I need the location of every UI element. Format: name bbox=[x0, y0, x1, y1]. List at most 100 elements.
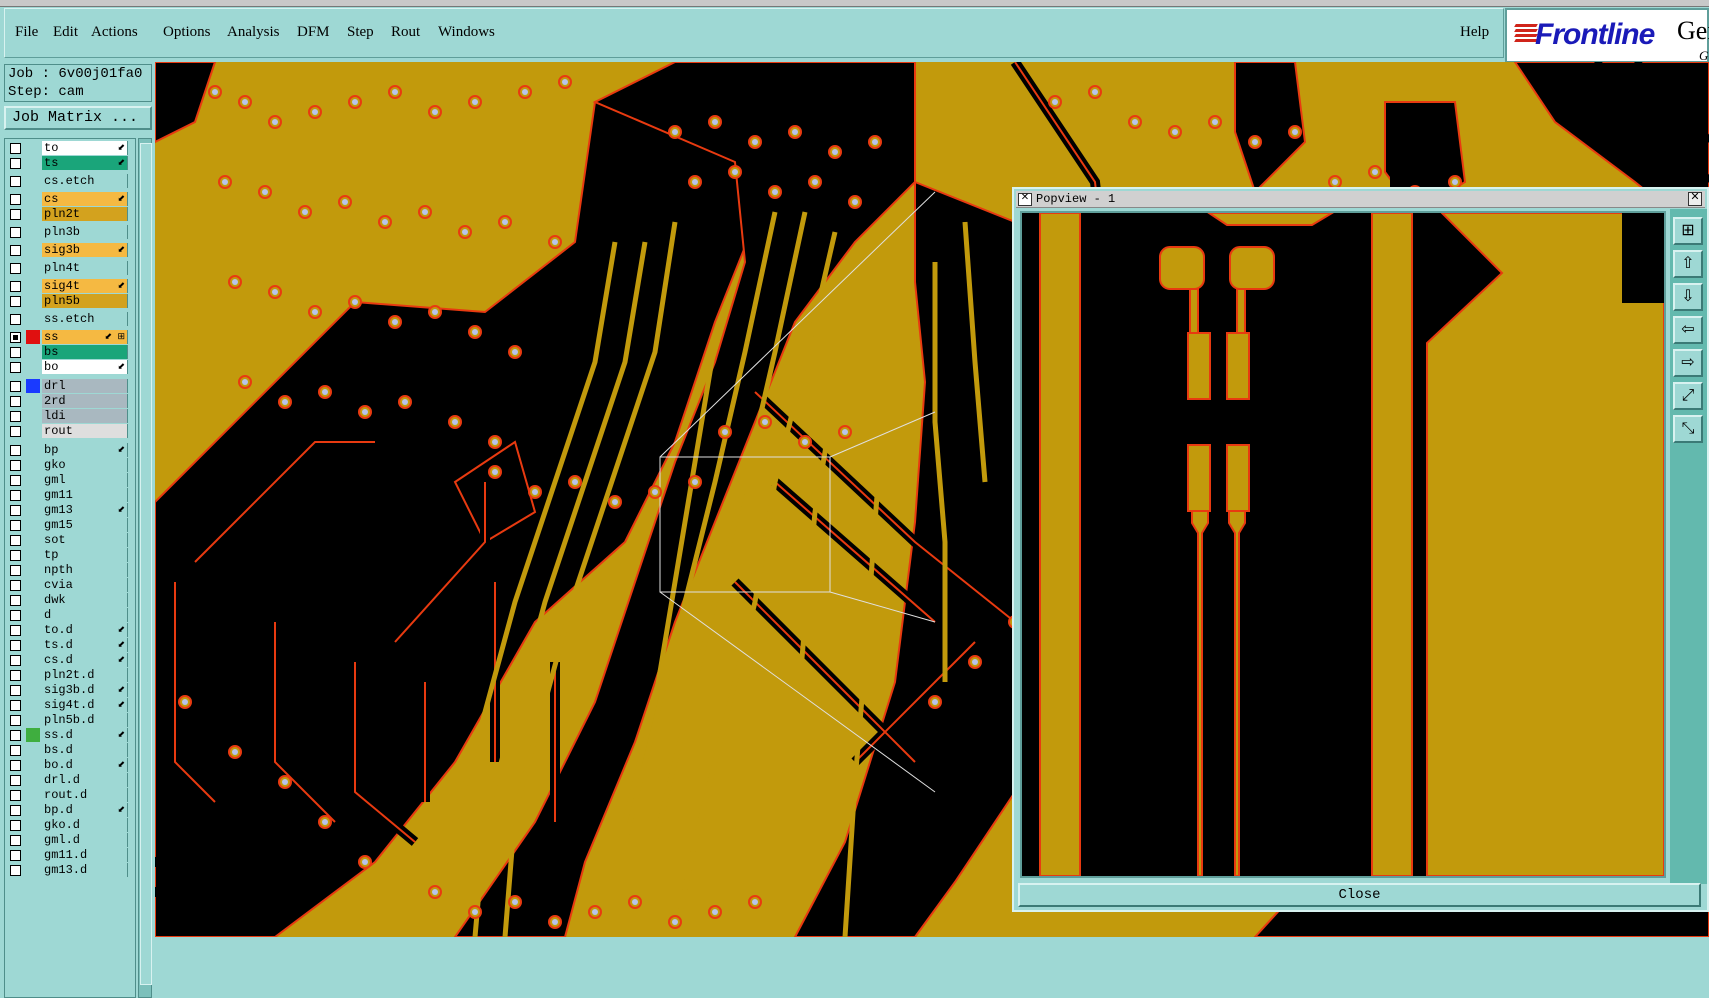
layer-name[interactable]: sig4t.d ⬋ bbox=[42, 698, 128, 712]
layer-row-gko-d[interactable]: gko.d bbox=[5, 818, 135, 833]
layer-checkbox[interactable] bbox=[10, 550, 21, 561]
layer-checkbox[interactable] bbox=[10, 850, 21, 861]
layer-checkbox[interactable] bbox=[10, 625, 21, 636]
layer-row-pln5b-d[interactable]: pln5b.d bbox=[5, 713, 135, 728]
layer-checkbox[interactable] bbox=[10, 745, 21, 756]
layer-row-pln2t[interactable]: pln2t bbox=[5, 207, 135, 222]
menu-dfm[interactable]: DFM bbox=[297, 24, 330, 41]
job-matrix-button[interactable]: Job Matrix ... bbox=[4, 106, 152, 130]
close-button[interactable]: Close bbox=[1018, 883, 1701, 907]
layer-name[interactable]: drl.d bbox=[42, 773, 128, 787]
layer-checkbox[interactable] bbox=[10, 805, 21, 816]
layer-checkbox[interactable] bbox=[10, 505, 21, 516]
layer-name[interactable]: ss ⬋ ⊞ bbox=[42, 330, 128, 344]
pan-left-icon[interactable]: ⇦ bbox=[1673, 316, 1703, 344]
layer-name[interactable]: sig3b ⬋ bbox=[42, 243, 128, 257]
layer-checkbox[interactable] bbox=[10, 685, 21, 696]
layer-name[interactable]: 2rd bbox=[42, 394, 128, 408]
layer-row-cs-d[interactable]: cs.d ⬋ bbox=[5, 653, 135, 668]
layer-row-bo[interactable]: bo ⬋ bbox=[5, 360, 135, 375]
layer-row-gml[interactable]: gml bbox=[5, 473, 135, 488]
layer-name[interactable]: cvia bbox=[42, 578, 128, 592]
layer-checkbox[interactable] bbox=[10, 670, 21, 681]
layer-name[interactable]: rout.d bbox=[42, 788, 128, 802]
layer-name[interactable]: cs ⬋ bbox=[42, 192, 128, 206]
menu-actions[interactable]: Actions bbox=[91, 24, 138, 41]
layer-name[interactable]: bo.d ⬋ bbox=[42, 758, 128, 772]
pan-down-icon[interactable]: ⇩ bbox=[1673, 283, 1703, 311]
layer-checkbox[interactable] bbox=[10, 865, 21, 876]
layer-row-cs[interactable]: cs ⬋ bbox=[5, 192, 135, 207]
layer-name[interactable]: d bbox=[42, 608, 128, 622]
pan-up-icon[interactable]: ⇧ bbox=[1673, 250, 1703, 278]
layer-name[interactable]: gm13.d bbox=[42, 863, 128, 877]
layer-name[interactable]: cs.d ⬋ bbox=[42, 653, 128, 667]
layer-name[interactable]: drl bbox=[42, 379, 128, 393]
menu-windows[interactable]: Windows bbox=[438, 24, 495, 41]
layer-name[interactable]: pln5b bbox=[42, 294, 128, 308]
layer-checkbox[interactable] bbox=[10, 655, 21, 666]
layer-name[interactable]: gml.d bbox=[42, 833, 128, 847]
layer-name[interactable]: cs.etch bbox=[42, 174, 128, 188]
menu-rout[interactable]: Rout bbox=[391, 24, 420, 41]
pan-right-icon[interactable]: ⇨ bbox=[1673, 349, 1703, 377]
layer-checkbox[interactable] bbox=[10, 263, 21, 274]
layer-row-sig4t[interactable]: sig4t ⬋ bbox=[5, 279, 135, 294]
scrollbar-thumb[interactable] bbox=[140, 143, 152, 985]
layer-row-ss[interactable]: ss ⬋ ⊞ bbox=[5, 330, 135, 345]
layer-name[interactable]: to.d ⬋ bbox=[42, 623, 128, 637]
layer-row-gm11[interactable]: gm11 bbox=[5, 488, 135, 503]
layer-row-ts-d[interactable]: ts.d ⬋ bbox=[5, 638, 135, 653]
layer-name[interactable]: to ⬋ bbox=[42, 141, 128, 155]
menu-file[interactable]: File bbox=[15, 24, 38, 41]
layer-row-gm11-d[interactable]: gm11.d bbox=[5, 848, 135, 863]
layer-row-ss-etch[interactable]: ss.etch bbox=[5, 312, 135, 327]
layer-name[interactable]: gml bbox=[42, 473, 128, 487]
layer-name[interactable]: npth bbox=[42, 563, 128, 577]
layer-row-2rd[interactable]: 2rd bbox=[5, 394, 135, 409]
layer-name[interactable]: pln4t bbox=[42, 261, 128, 275]
layer-row-gm15[interactable]: gm15 bbox=[5, 518, 135, 533]
layer-checkbox[interactable] bbox=[10, 775, 21, 786]
layer-row-rout[interactable]: rout bbox=[5, 424, 135, 439]
layer-checkbox[interactable] bbox=[10, 610, 21, 621]
menu-options[interactable]: Options bbox=[163, 24, 211, 41]
layer-name[interactable]: sot bbox=[42, 533, 128, 547]
popview-canvas[interactable] bbox=[1020, 211, 1666, 878]
layer-name[interactable]: gko bbox=[42, 458, 128, 472]
layer-checkbox[interactable] bbox=[10, 176, 21, 187]
layer-checkbox[interactable] bbox=[10, 426, 21, 437]
layer-checkbox[interactable] bbox=[10, 475, 21, 486]
layer-checkbox[interactable] bbox=[10, 820, 21, 831]
layer-checkbox[interactable] bbox=[10, 281, 21, 292]
layer-row-drl-d[interactable]: drl.d bbox=[5, 773, 135, 788]
layer-checkbox[interactable] bbox=[10, 535, 21, 546]
layer-row-gm13-d[interactable]: gm13.d bbox=[5, 863, 135, 878]
layer-checkbox[interactable] bbox=[10, 143, 21, 154]
layer-name[interactable]: gko.d bbox=[42, 818, 128, 832]
menu-step[interactable]: Step bbox=[347, 24, 374, 41]
layer-checkbox[interactable] bbox=[10, 595, 21, 606]
layer-row-bs-d[interactable]: bs.d bbox=[5, 743, 135, 758]
layer-row-pln3b[interactable]: pln3b bbox=[5, 225, 135, 240]
layer-name[interactable]: ldi bbox=[42, 409, 128, 423]
layer-name[interactable]: sig4t ⬋ bbox=[42, 279, 128, 293]
layer-checkbox[interactable] bbox=[10, 715, 21, 726]
layer-name[interactable]: ss.etch bbox=[42, 312, 128, 326]
layer-row-to[interactable]: to ⬋ bbox=[5, 141, 135, 156]
zoom-fit-icon[interactable]: ⊞ bbox=[1673, 217, 1703, 245]
layer-checkbox[interactable] bbox=[10, 209, 21, 220]
layer-name[interactable]: bp.d ⬋ bbox=[42, 803, 128, 817]
layer-name[interactable]: bs bbox=[42, 345, 128, 359]
layer-checkbox[interactable] bbox=[10, 158, 21, 169]
layer-row-sig3b[interactable]: sig3b ⬋ bbox=[5, 243, 135, 258]
layer-row-sot[interactable]: sot bbox=[5, 533, 135, 548]
layer-checkbox[interactable] bbox=[10, 580, 21, 591]
layer-color-swatch[interactable] bbox=[26, 379, 40, 393]
layer-row-pln5b[interactable]: pln5b bbox=[5, 294, 135, 309]
layer-name[interactable]: gm13 ⬋ bbox=[42, 503, 128, 517]
layer-checkbox[interactable] bbox=[10, 411, 21, 422]
layer-checkbox[interactable] bbox=[10, 245, 21, 256]
layer-name[interactable]: ts.d ⬋ bbox=[42, 638, 128, 652]
popview-titlebar[interactable]: ✕ Popview - 1 ✕ bbox=[1016, 191, 1705, 208]
